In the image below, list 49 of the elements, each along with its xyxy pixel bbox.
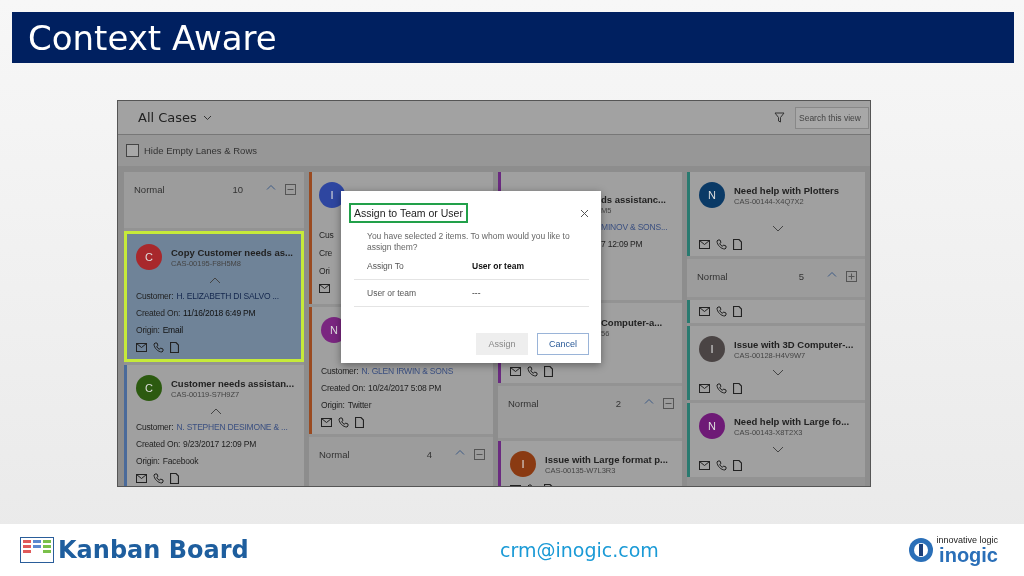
- case-title: Computer-a...: [601, 317, 663, 328]
- field-value: 7 12:09 PM: [601, 239, 643, 249]
- avatar: N: [699, 413, 725, 439]
- lane-count: 4: [426, 449, 432, 460]
- avatar: I: [319, 182, 345, 208]
- lane-name: Normal: [697, 271, 729, 282]
- lane-name: Normal: [134, 184, 166, 195]
- avatar: C: [136, 244, 162, 270]
- field-label: Cre: [319, 248, 333, 258]
- avatar: N: [699, 182, 725, 208]
- field-value: 10/24/2017 5:08 PM: [368, 383, 442, 393]
- checkbox-label: Hide Empty Lanes & Rows: [144, 145, 257, 156]
- avatar: C: [136, 375, 162, 401]
- lane-count: 5: [798, 271, 804, 282]
- field-value: 9/23/2017 12:09 PM: [183, 439, 257, 449]
- field-label: Customer:: [136, 422, 174, 432]
- field-label: Created On:: [136, 439, 181, 449]
- case-title: Copy Customer needs as...: [171, 246, 293, 258]
- lane-name: Normal: [319, 449, 351, 460]
- dialog-message: You have selected 2 items. To whom would you like to assign them?: [367, 231, 571, 253]
- field-value: Twitter: [347, 400, 372, 410]
- field-label: Origin:: [321, 400, 345, 410]
- field-label: Created On:: [136, 308, 181, 318]
- case-title: Issue with Large format p...: [545, 453, 668, 465]
- case-title: Issue with 3D Computer-...: [734, 338, 854, 350]
- case-title: ds assistanc...: [601, 194, 666, 205]
- case-title: Customer needs assistan...: [171, 377, 295, 389]
- logo-name: inogic: [939, 545, 998, 565]
- slide-title: Context Aware: [28, 17, 277, 58]
- field-label: Customer:: [136, 291, 174, 301]
- product-name: Kanban Board: [58, 536, 249, 564]
- field-label: Origin:: [136, 325, 160, 335]
- field-label: Created On:: [321, 383, 366, 393]
- lane-count: 2: [615, 398, 621, 409]
- field-label: User or team: [367, 288, 418, 298]
- avatar: I: [510, 451, 536, 477]
- case-title: Need help with Plotters: [734, 184, 840, 196]
- field-label: Cus: [319, 230, 334, 240]
- avatar: I: [699, 336, 725, 362]
- field-label: Assign To: [367, 261, 405, 271]
- field-label: Customer:: [321, 366, 359, 376]
- lane-name: Normal: [508, 398, 540, 409]
- field-label: Ori: [319, 266, 330, 276]
- logo-tagline: innovative logic: [936, 535, 998, 545]
- field-value: Facebook: [162, 456, 199, 466]
- lane-count: 10: [232, 184, 243, 195]
- dialog-title: Assign to Team or User: [349, 203, 468, 223]
- field-label: Origin:: [136, 456, 160, 466]
- case-title: Need help with Large fo...: [734, 415, 850, 427]
